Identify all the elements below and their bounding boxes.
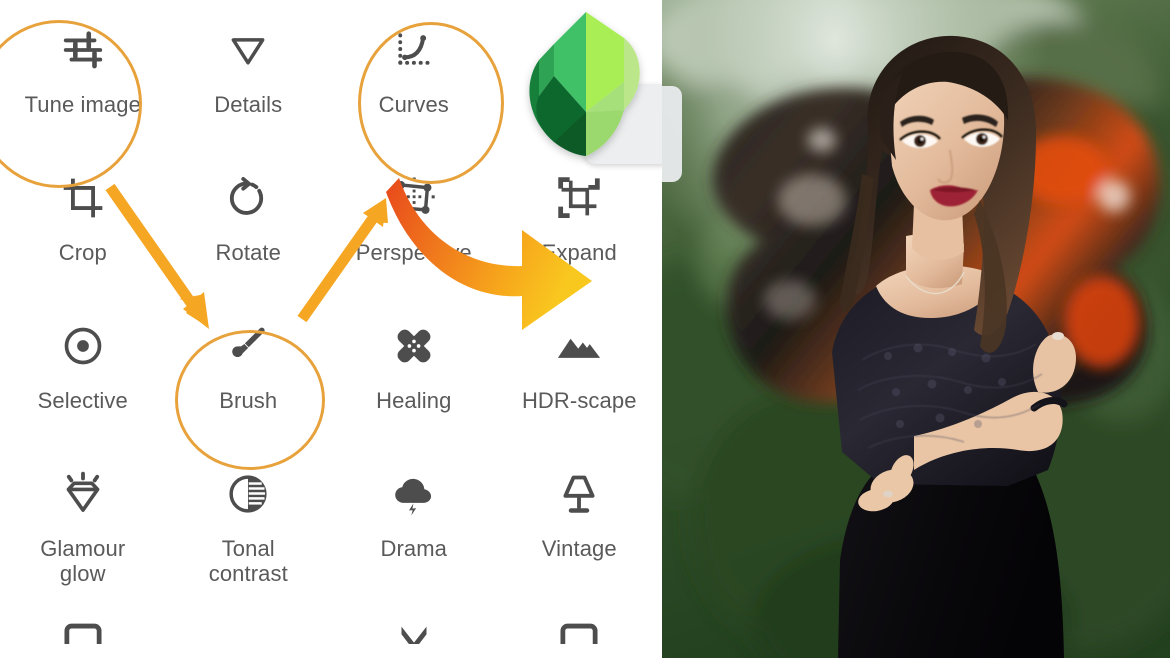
- snapseed-logo: [506, 4, 678, 168]
- diamond-sparkle-icon: [55, 466, 111, 522]
- tool-label: Healing: [376, 388, 452, 413]
- sliders-icon: [55, 22, 111, 78]
- portrait-photo: [662, 0, 1170, 658]
- tool-label: Tonal contrast: [208, 536, 288, 586]
- empty-slot-icon: [220, 618, 276, 644]
- curves-icon: [386, 22, 442, 78]
- tool-label: Drama: [380, 536, 447, 561]
- tool-label: Glamour glow: [40, 536, 126, 586]
- tool-item-perspective[interactable]: Perspective: [331, 148, 497, 296]
- tool-label: Curves: [378, 92, 449, 117]
- tool-label: Tune image: [24, 92, 141, 117]
- rounded-rect-icon: [551, 618, 607, 644]
- tool-item-expand[interactable]: Expand: [497, 148, 663, 296]
- tool-label: Expand: [541, 240, 617, 265]
- mountains-icon: [551, 318, 607, 374]
- tool-item-tonal-contrast[interactable]: Tonal contrast: [166, 444, 332, 592]
- expand-icon: [551, 170, 607, 226]
- rotate-icon: [220, 170, 276, 226]
- tool-item-details[interactable]: Details: [166, 0, 332, 148]
- crop-icon: [55, 170, 111, 226]
- snapseed-leaf-icon: [529, 12, 640, 156]
- paintbrush-icon: [220, 318, 276, 374]
- tool-label: Vintage: [541, 536, 617, 561]
- tool-item-rotate[interactable]: Rotate: [166, 148, 332, 296]
- tool-item-hdr-scape[interactable]: HDR-scape: [497, 296, 663, 444]
- lamp-icon: [551, 466, 607, 522]
- tool-item-tune-image[interactable]: Tune image: [0, 0, 166, 148]
- tool-item-partial-3[interactable]: [331, 592, 497, 658]
- tool-label: Rotate: [215, 240, 281, 265]
- tool-item-partial-2: [166, 592, 332, 658]
- tool-label: Details: [214, 92, 283, 117]
- triangle-down-icon: [220, 22, 276, 78]
- portrait-photo-graphic: [662, 0, 1170, 658]
- tool-item-vintage[interactable]: Vintage: [497, 444, 663, 592]
- rounded-rect-icon: [55, 618, 111, 644]
- cloud-lightning-icon: [386, 466, 442, 522]
- tool-item-drama[interactable]: Drama: [331, 444, 497, 592]
- screenshot-root: Tune image Details Curves Crop Rotate Pe…: [0, 0, 1170, 658]
- tool-item-partial-4[interactable]: [497, 592, 663, 658]
- chevron-fold-icon: [386, 618, 442, 644]
- tool-label: HDR-scape: [521, 388, 637, 413]
- tool-item-healing[interactable]: Healing: [331, 296, 497, 444]
- tool-label: Brush: [219, 388, 278, 413]
- tool-item-selective[interactable]: Selective: [0, 296, 166, 444]
- tool-label: Selective: [37, 388, 128, 413]
- perspective-icon: [386, 170, 442, 226]
- tool-item-curves[interactable]: Curves: [331, 0, 497, 148]
- bandage-cross-icon: [386, 318, 442, 374]
- tool-item-partial-1[interactable]: [0, 592, 166, 658]
- tool-label: Perspective: [355, 240, 472, 265]
- tool-item-crop[interactable]: Crop: [0, 148, 166, 296]
- tool-label: Crop: [58, 240, 107, 265]
- tool-item-brush[interactable]: Brush: [166, 296, 332, 444]
- half-circle-stripes-icon: [220, 466, 276, 522]
- tool-item-glamour-glow[interactable]: Glamour glow: [0, 444, 166, 592]
- target-dot-icon: [55, 318, 111, 374]
